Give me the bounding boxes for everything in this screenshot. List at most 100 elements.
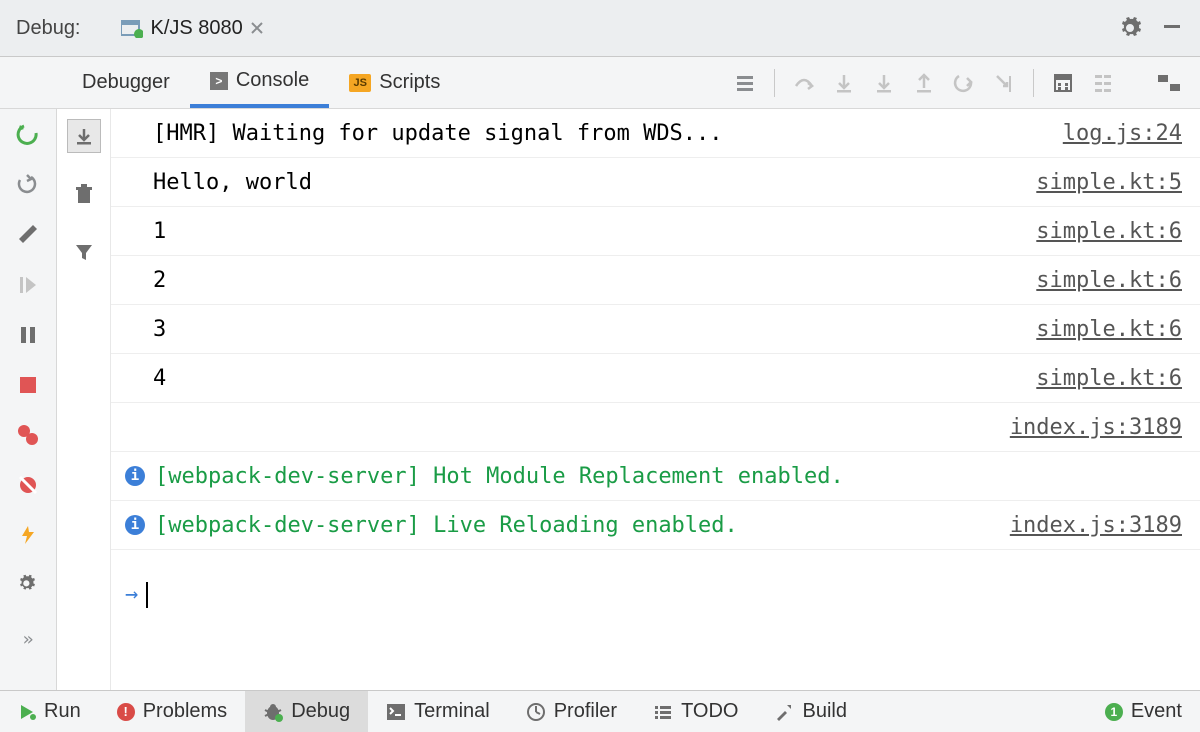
- info-icon: i: [125, 515, 145, 535]
- debug-label: Debug:: [16, 17, 81, 40]
- console-msg: 4: [153, 366, 1036, 391]
- tab-debugger[interactable]: Debugger: [62, 57, 190, 108]
- view-breakpoints-button[interactable]: [16, 423, 40, 447]
- source-link[interactable]: simple.kt:6: [1036, 366, 1182, 391]
- console-row: i [webpack-dev-server] Live Reloading en…: [111, 501, 1200, 550]
- step-out-icon[interactable]: [913, 72, 935, 94]
- todo-icon: [653, 703, 673, 721]
- toolwin-build[interactable]: Build: [756, 691, 864, 732]
- debug-tabs: Debugger > Console JS Scripts: [0, 57, 1200, 109]
- debug-toolbar: [734, 57, 1200, 108]
- console-msg: [HMR] Waiting for update signal from WDS…: [153, 121, 1063, 146]
- gear-icon[interactable]: [1118, 16, 1142, 40]
- toolwin-debug-label: Debug: [291, 700, 350, 723]
- console-output: [HMR] Waiting for update signal from WDS…: [111, 109, 1200, 690]
- console-row: [HMR] Waiting for update signal from WDS…: [111, 109, 1200, 158]
- tab-debugger-label: Debugger: [82, 71, 170, 94]
- resume-program-button[interactable]: [16, 273, 40, 297]
- console-icon: >: [210, 72, 228, 90]
- tab-scripts[interactable]: JS Scripts: [329, 57, 460, 108]
- toolwin-run[interactable]: Run: [0, 691, 99, 732]
- step-over-icon[interactable]: [793, 72, 815, 94]
- console-row: 3 simple.kt:6: [111, 305, 1200, 354]
- tab-scripts-label: Scripts: [379, 71, 440, 94]
- terminal-icon: [386, 703, 406, 721]
- minimize-icon[interactable]: [1162, 16, 1182, 36]
- tab-console-label: Console: [236, 69, 309, 92]
- toolwin-problems-label: Problems: [143, 700, 227, 723]
- source-link[interactable]: index.js:3189: [1010, 513, 1182, 538]
- console-msg: [webpack-dev-server] Hot Module Replacem…: [155, 464, 1182, 489]
- console-row: 4 simple.kt:6: [111, 354, 1200, 403]
- modify-run-config-button[interactable]: [16, 223, 40, 247]
- toolwin-debug[interactable]: Debug: [245, 691, 368, 732]
- toolwin-todo[interactable]: TODO: [635, 691, 756, 732]
- console-msg: 3: [153, 317, 1036, 342]
- toolwin-event-label: Event: [1131, 700, 1182, 723]
- js-icon: JS: [349, 74, 371, 92]
- drop-frame-icon[interactable]: [953, 72, 975, 94]
- close-icon[interactable]: [251, 22, 263, 34]
- toolwin-event[interactable]: 1 Event: [1087, 691, 1200, 732]
- async-stack-button[interactable]: [16, 523, 40, 547]
- settings-button[interactable]: [16, 573, 40, 597]
- stop-button[interactable]: [16, 373, 40, 397]
- force-step-into-icon[interactable]: [873, 72, 895, 94]
- console-row: Hello, world simple.kt:5: [111, 158, 1200, 207]
- evaluate-icon[interactable]: [1052, 72, 1074, 94]
- layout-icon[interactable]: [1156, 72, 1182, 94]
- toolwin-build-label: Build: [802, 700, 846, 723]
- info-icon: i: [125, 466, 145, 486]
- console-row: i [webpack-dev-server] Hot Module Replac…: [111, 452, 1200, 501]
- window-icon: [121, 18, 143, 38]
- bug-icon: [263, 702, 283, 722]
- clear-all-button[interactable]: [67, 177, 101, 211]
- console-row: index.js:3189: [111, 403, 1200, 452]
- console-prompt[interactable]: →: [111, 570, 1200, 619]
- tool-window-bar: Run ! Problems Debug Terminal Profiler T…: [0, 690, 1200, 732]
- run-icon: [18, 703, 36, 721]
- trace-icon[interactable]: [1092, 72, 1114, 94]
- session-tab[interactable]: K/JS 8080: [121, 17, 263, 40]
- console-msg: 1: [153, 219, 1036, 244]
- console-side-toolbar: [57, 109, 111, 690]
- resume-button[interactable]: [16, 173, 40, 197]
- filter-button[interactable]: [67, 235, 101, 269]
- toolwin-terminal[interactable]: Terminal: [368, 691, 508, 732]
- more-button[interactable]: »: [16, 627, 40, 651]
- show-execution-point-icon[interactable]: [734, 72, 756, 94]
- scroll-to-end-button[interactable]: [67, 119, 101, 153]
- profiler-icon: [526, 702, 546, 722]
- problems-icon: !: [117, 703, 135, 721]
- debug-side-toolbar: »: [0, 109, 57, 690]
- source-link[interactable]: simple.kt:6: [1036, 317, 1182, 342]
- source-link[interactable]: index.js:3189: [1010, 415, 1182, 440]
- mute-breakpoints-button[interactable]: [16, 473, 40, 497]
- session-tab-label: K/JS 8080: [151, 17, 243, 40]
- hammer-icon: [774, 702, 794, 722]
- toolwin-run-label: Run: [44, 700, 81, 723]
- rerun-button[interactable]: [16, 123, 40, 147]
- run-to-cursor-icon[interactable]: [993, 72, 1015, 94]
- console-msg: Hello, world: [153, 170, 1036, 195]
- prompt-arrow-icon: →: [125, 582, 138, 607]
- source-link[interactable]: simple.kt:5: [1036, 170, 1182, 195]
- toolwin-profiler-label: Profiler: [554, 700, 617, 723]
- console-msg: [webpack-dev-server] Live Reloading enab…: [155, 513, 1010, 538]
- source-link[interactable]: simple.kt:6: [1036, 219, 1182, 244]
- event-count-badge: 1: [1105, 703, 1123, 721]
- toolwin-todo-label: TODO: [681, 700, 738, 723]
- console-msg: 2: [153, 268, 1036, 293]
- debug-header: Debug: K/JS 8080: [0, 0, 1200, 57]
- source-link[interactable]: simple.kt:6: [1036, 268, 1182, 293]
- console-row: 1 simple.kt:6: [111, 207, 1200, 256]
- toolwin-profiler[interactable]: Profiler: [508, 691, 635, 732]
- text-caret: [146, 582, 148, 608]
- console-row: 2 simple.kt:6: [111, 256, 1200, 305]
- pause-button[interactable]: [16, 323, 40, 347]
- tab-console[interactable]: > Console: [190, 57, 329, 108]
- step-into-icon[interactable]: [833, 72, 855, 94]
- source-link[interactable]: log.js:24: [1063, 121, 1182, 146]
- toolwin-terminal-label: Terminal: [414, 700, 490, 723]
- toolwin-problems[interactable]: ! Problems: [99, 691, 245, 732]
